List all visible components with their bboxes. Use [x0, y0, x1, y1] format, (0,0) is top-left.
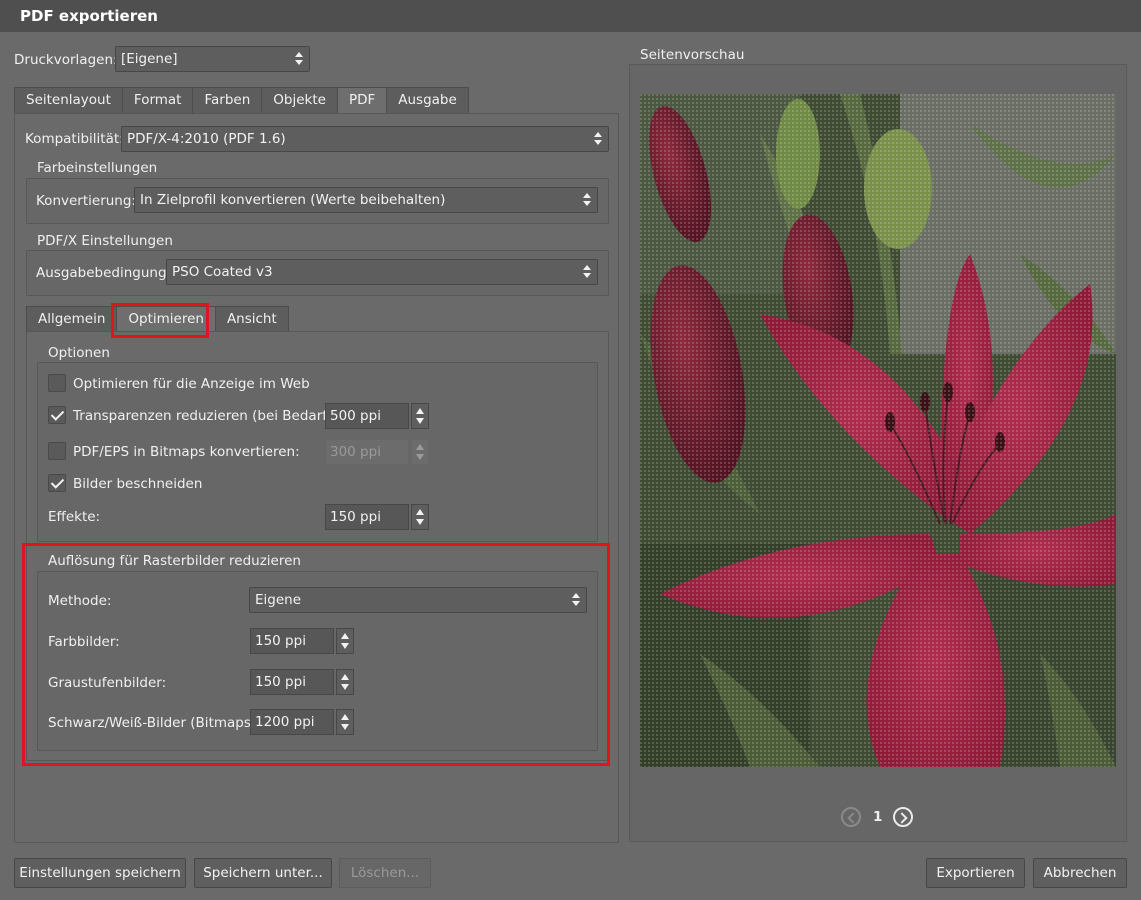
presets-select[interactable]: [Eigene] [115, 46, 310, 72]
updown-arrow-icon [583, 192, 591, 208]
raster-highlight [22, 543, 610, 766]
compat-label: Kompatibilität: [25, 131, 124, 147]
pdfx-title: PDF/X Einstellungen [37, 233, 173, 249]
stepper-arrows-icon[interactable] [411, 504, 429, 530]
transparency-label: Transparenzen reduzieren (bei Bedarf): [73, 408, 337, 424]
export-button[interactable]: Exportieren [926, 858, 1025, 888]
updown-arrow-icon [583, 264, 591, 280]
page-preview-image [640, 94, 1116, 767]
updown-arrow-icon [594, 131, 602, 147]
tab-ausgabe[interactable]: Ausgabe [386, 87, 469, 113]
previous-page-icon[interactable] [841, 807, 861, 827]
window-title: PDF exportieren [20, 7, 158, 25]
tab-objekte[interactable]: Objekte [261, 87, 338, 113]
save-as-button[interactable]: Speichern unter... [194, 858, 332, 888]
optionen-title: Optionen [48, 345, 110, 361]
farbeinstellungen-title: Farbeinstellungen [37, 160, 158, 176]
stepper-arrows-icon[interactable] [411, 403, 429, 429]
main-tab-bar: Seitenlayout Format Farben Objekte PDF A… [14, 87, 469, 113]
ausgabebedingung-value: PSO Coated v3 [172, 264, 273, 280]
tab-seitenlayout[interactable]: Seitenlayout [14, 87, 123, 113]
transparency-input[interactable]: 500 ppi [325, 403, 409, 429]
tab-allgemein[interactable]: Allgemein [26, 306, 118, 332]
presets-label: Druckvorlagen: [14, 52, 118, 68]
preview-title: Seitenvorschau [640, 47, 745, 63]
bitmap-label: PDF/EPS in Bitmaps konvertieren: [73, 444, 300, 460]
title-bar: PDF exportieren [0, 0, 1141, 32]
bitmap-input: 300 ppi [325, 439, 409, 465]
updown-arrow-icon [295, 51, 303, 67]
ausgabebedingung-select[interactable]: PSO Coated v3 [166, 259, 598, 285]
konvertierung-value: In Zielprofil konvertieren (Werte beibeh… [140, 192, 446, 208]
tab-farben[interactable]: Farben [192, 87, 263, 113]
konvertierung-label: Konvertierung: [36, 193, 136, 209]
ausgabebedingung-label: Ausgabebedingung: [36, 265, 172, 281]
page-number: 1 [873, 809, 883, 825]
cancel-button[interactable]: Abbrechen [1033, 858, 1127, 888]
bitmap-checkbox[interactable] [48, 442, 66, 460]
effekte-label: Effekte: [48, 509, 101, 525]
effekte-stepper[interactable]: 150 ppi [325, 504, 429, 530]
presets-value: [Eigene] [121, 51, 178, 67]
konvertierung-select[interactable]: In Zielprofil konvertieren (Werte beibeh… [134, 187, 598, 213]
effekte-input[interactable]: 150 ppi [325, 504, 409, 530]
bitmap-stepper: 300 ppi [325, 439, 429, 465]
web-label: Optimieren für die Anzeige im Web [73, 376, 310, 392]
compat-select[interactable]: PDF/X-4:2010 (PDF 1.6) [121, 126, 609, 152]
tab-format[interactable]: Format [121, 87, 194, 113]
tab-pdf[interactable]: PDF [336, 87, 388, 113]
crop-checkbox[interactable] [48, 474, 66, 492]
crop-label: Bilder beschneiden [73, 476, 203, 492]
web-checkbox[interactable] [48, 374, 66, 392]
transparency-stepper[interactable]: 500 ppi [325, 403, 429, 429]
save-settings-button[interactable]: Einstellungen speichern [14, 858, 186, 888]
delete-button: Löschen... [339, 858, 431, 888]
transparency-checkbox[interactable] [48, 406, 66, 424]
stepper-arrows-icon [411, 439, 429, 465]
tab-ansicht[interactable]: Ansicht [214, 306, 289, 332]
lily-photo-image [640, 94, 1116, 767]
next-page-icon[interactable] [893, 807, 913, 827]
compat-value: PDF/X-4:2010 (PDF 1.6) [127, 131, 286, 147]
